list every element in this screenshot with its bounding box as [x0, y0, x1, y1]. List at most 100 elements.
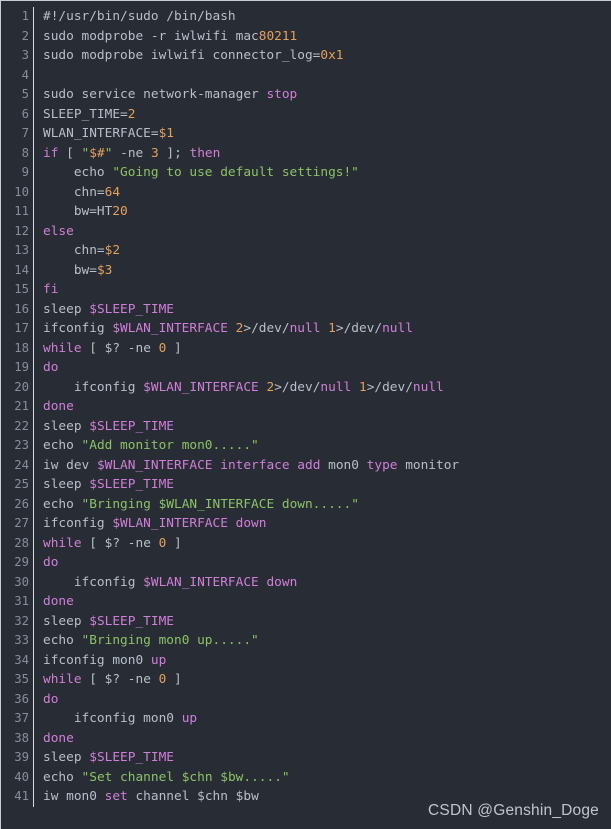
code-token: $SLEEP_TIME — [89, 750, 174, 765]
code-line-text[interactable]: iw dev $WLAN_INTERFACE interface add mon… — [36, 456, 611, 476]
code-line-text[interactable]: #!/usr/bin/sudo /bin/bash — [36, 7, 611, 27]
code-line-text[interactable]: while [ $? -ne 0 ] — [36, 534, 611, 554]
code-line-text[interactable]: chn=64 — [36, 183, 611, 203]
code-token: ] — [166, 672, 182, 687]
code-block[interactable]: 1 #!/usr/bin/sudo /bin/bash 2 sudo modprobe… — [0, 0, 611, 829]
code-line[interactable]: 32 sleep $SLEEP_TIME — [1, 611, 611, 632]
code-line[interactable]: 29 do — [1, 553, 611, 573]
code-line-text[interactable]: ifconfig $WLAN_INTERFACE 2>/dev/null 1>/… — [36, 319, 611, 339]
code-line-text[interactable]: if [ "$#" -ne 3 ]; then — [36, 144, 611, 164]
code-token: up — [150, 652, 167, 668]
code-line-text[interactable]: bw=$3 — [36, 261, 611, 281]
code-line[interactable]: 41 iw mon0 set channel $chn $bw — [1, 787, 611, 807]
code-line-text[interactable]: do — [36, 690, 611, 710]
code-line[interactable]: 36 do — [1, 689, 611, 710]
code-line[interactable]: 26 echo "Bringing $WLAN_INTERFACE down...… — [1, 494, 611, 515]
code-line[interactable]: 18 while [ $? -ne 0 ] — [1, 338, 611, 359]
code-line-text[interactable]: iw mon0 set channel $chn $bw — [36, 787, 611, 807]
code-line-text[interactable]: sleep $SLEEP_TIME — [36, 748, 611, 768]
code-line-text[interactable]: done — [36, 592, 611, 612]
code-line[interactable]: 5 sudo service network-manager stop — [1, 85, 611, 105]
code-token: $SLEEP_TIME — [89, 613, 174, 629]
code-line-text[interactable]: while [ $? -ne 0 ] — [36, 339, 611, 359]
code-line-text[interactable]: ifconfig mon0 up — [36, 651, 611, 671]
code-line[interactable]: 23 echo "Add monitor mon0....." — [1, 436, 611, 456]
gutter-separator — [29, 260, 36, 281]
line-number: 30 — [14, 574, 29, 589]
code-line[interactable]: 2 sudo modprobe -r iwlwifi mac80211 — [1, 26, 611, 47]
code-line-text[interactable]: echo "Bringing $WLAN_INTERFACE down.....… — [36, 495, 611, 515]
code-line[interactable]: 20 ifconfig $WLAN_INTERFACE 2>/dev/null … — [1, 377, 611, 398]
code-line[interactable]: 3 sudo modprobe iwlwifi connector_log=0x1 — [1, 46, 611, 66]
code-line[interactable]: 14 bw=$3 — [1, 260, 611, 281]
code-line[interactable]: 11 bw=HT20 — [1, 202, 611, 222]
code-line-text[interactable]: while [ $? -ne 0 ] — [36, 670, 611, 690]
code-line[interactable]: 39 sleep $SLEEP_TIME — [1, 748, 611, 768]
code-line[interactable]: 21 done — [1, 397, 611, 417]
code-line[interactable]: 34 ifconfig mon0 up — [1, 650, 611, 671]
code-token: $2 — [104, 243, 121, 258]
code-line[interactable]: 1 #!/usr/bin/sudo /bin/bash — [1, 7, 611, 27]
code-line[interactable]: 15 fi — [1, 280, 611, 300]
code-line-text[interactable]: done — [36, 729, 611, 749]
code-line[interactable]: 19 do — [1, 358, 611, 378]
code-token: $chn — [197, 789, 228, 804]
code-line[interactable]: 37 ifconfig mon0 up — [1, 709, 611, 729]
code-token: $WLAN_INTERFACE — [143, 574, 259, 590]
code-line-text[interactable]: ifconfig $WLAN_INTERFACE 2>/dev/null 1>/… — [36, 378, 611, 398]
code-line-text[interactable]: sleep $SLEEP_TIME — [36, 612, 611, 632]
code-line[interactable]: 4 — [1, 65, 611, 86]
code-line-text[interactable]: sudo modprobe -r iwlwifi mac80211 — [36, 27, 611, 47]
code-token: if — [43, 145, 59, 161]
code-token: sleep — [43, 613, 90, 629]
code-line-text[interactable]: do — [36, 553, 611, 573]
code-line-text[interactable]: ifconfig $WLAN_INTERFACE down — [36, 573, 611, 593]
code-line-text[interactable]: echo "Add monitor mon0....." — [36, 436, 611, 456]
code-line[interactable]: 30 ifconfig $WLAN_INTERFACE down — [1, 572, 611, 593]
code-line-text[interactable]: done — [36, 397, 611, 417]
code-line-text[interactable]: sleep $SLEEP_TIME — [36, 417, 611, 437]
code-line[interactable]: 22 sleep $SLEEP_TIME — [1, 416, 611, 437]
code-line[interactable]: 8 if [ "$#" -ne 3 ]; then — [1, 143, 611, 164]
code-line[interactable]: 10 chn=64 — [1, 182, 611, 203]
code-line[interactable]: 40 echo "Set channel $chn $bw....." — [1, 767, 611, 788]
code-line[interactable]: 38 done — [1, 728, 611, 749]
code-line-text[interactable]: do — [36, 358, 611, 378]
code-token: iw mon0 — [43, 789, 105, 804]
code-line[interactable]: 9 echo "Going to use default settings!" — [1, 163, 611, 183]
code-line-text[interactable]: echo "Going to use default settings!" — [36, 163, 611, 183]
code-line-text[interactable]: bw=HT20 — [36, 202, 611, 222]
code-line[interactable]: 16 sleep $SLEEP_TIME — [1, 299, 611, 320]
code-line-text[interactable]: ifconfig $WLAN_INTERFACE down — [36, 514, 611, 534]
code-line[interactable]: 28 while [ $? -ne 0 ] — [1, 533, 611, 554]
code-line[interactable]: 25 sleep $SLEEP_TIME — [1, 475, 611, 495]
code-token: "Set channel — [81, 769, 182, 785]
code-line[interactable]: 17 ifconfig $WLAN_INTERFACE 2>/dev/null 1… — [1, 319, 611, 339]
line-number: 6 — [21, 106, 29, 121]
code-line[interactable]: 35 while [ $? -ne 0 ] — [1, 670, 611, 690]
code-line-text[interactable]: sleep $SLEEP_TIME — [36, 475, 611, 495]
code-line-text[interactable]: else — [36, 222, 611, 242]
code-line-text[interactable]: sleep $SLEEP_TIME — [36, 300, 611, 320]
gutter-separator — [29, 533, 36, 554]
code-line[interactable]: 13 chn=$2 — [1, 241, 611, 261]
code-line-text[interactable]: SLEEP_TIME=2 — [36, 105, 611, 125]
code-line-text[interactable]: sudo service network-manager stop — [36, 85, 611, 105]
code-line-text[interactable]: echo "Set channel $chn $bw....." — [36, 768, 611, 788]
code-line[interactable]: 27 ifconfig $WLAN_INTERFACE down — [1, 514, 611, 534]
code-line-text[interactable]: fi — [36, 280, 611, 300]
code-line-text[interactable]: echo "Bringing mon0 up....." — [36, 631, 611, 651]
code-line[interactable]: 24 iw dev $WLAN_INTERFACE interface add m… — [1, 455, 611, 476]
code-token: echo — [43, 496, 82, 512]
code-line[interactable]: 33 echo "Bringing mon0 up....." — [1, 631, 611, 651]
code-line-text[interactable]: ifconfig mon0 up — [36, 709, 611, 729]
line-number: 34 — [14, 652, 29, 667]
code-line-text[interactable]: sudo modprobe iwlwifi connector_log=0x1 — [36, 46, 611, 66]
code-line[interactable]: 6 SLEEP_TIME=2 — [1, 104, 611, 125]
code-line[interactable]: 31 done — [1, 592, 611, 612]
code-token: down — [266, 574, 298, 590]
code-line[interactable]: 12 else — [1, 221, 611, 242]
code-line[interactable]: 7 WLAN_INTERFACE=$1 — [1, 124, 611, 144]
code-line-text[interactable]: WLAN_INTERFACE=$1 — [36, 124, 611, 144]
code-line-text[interactable]: chn=$2 — [36, 241, 611, 261]
